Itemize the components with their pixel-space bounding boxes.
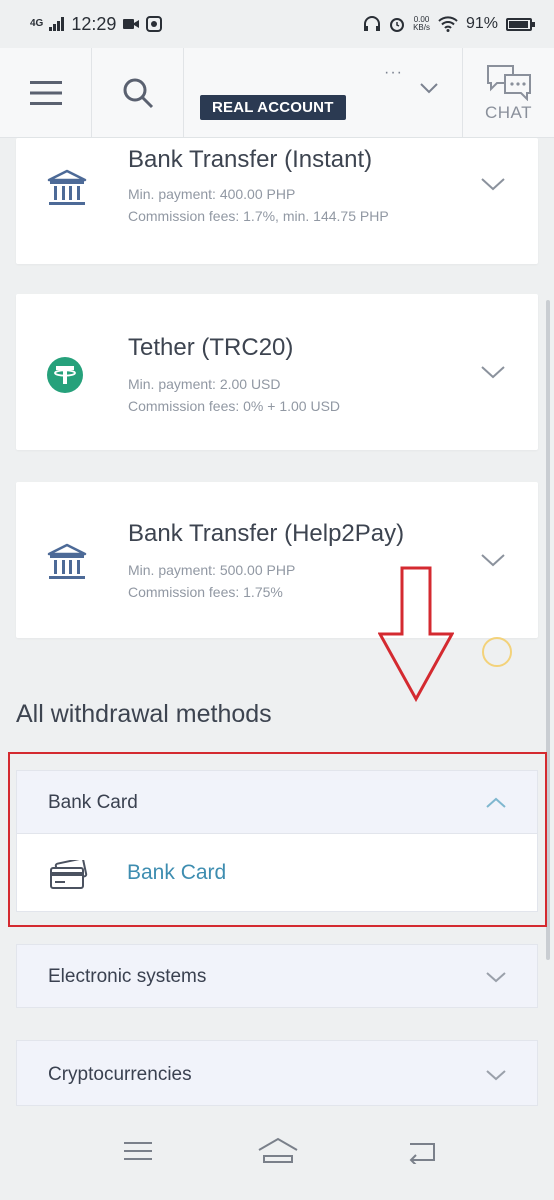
method-min-payment: Min. payment: 2.00 USD [128, 376, 281, 392]
method-card-bank-transfer-help2pay[interactable]: Bank Transfer (Help2Pay) Min. payment: 5… [16, 482, 538, 638]
method-card-tether-trc20[interactable]: Tether (TRC20) Min. payment: 2.00 USD Co… [16, 294, 538, 450]
alarm-icon [390, 18, 405, 32]
chevron-down-icon [420, 83, 438, 94]
touch-indicator [482, 637, 512, 667]
hamburger-icon [29, 80, 62, 105]
wifi-icon [438, 16, 458, 32]
accordion-electronic-systems[interactable]: Electronic systems [16, 944, 538, 1008]
accordion-cryptocurrencies[interactable]: Cryptocurrencies [16, 1040, 538, 1106]
chevron-down-icon[interactable] [480, 552, 506, 568]
bank-icon [47, 169, 87, 205]
chevron-down-icon [486, 1070, 506, 1081]
chevron-down-icon[interactable] [480, 176, 506, 192]
arrow-down-annotation [378, 566, 454, 702]
signal-icon [49, 17, 65, 31]
method-title: Bank Transfer (Instant) [128, 146, 373, 173]
headphones-icon [364, 16, 381, 31]
app-header: ··· REAL ACCOUNT CHAT [0, 48, 554, 138]
bank-icon [47, 543, 87, 579]
account-selector[interactable]: ··· REAL ACCOUNT [184, 48, 462, 137]
method-title: Tether (TRC20) [128, 334, 294, 361]
tether-icon [47, 357, 83, 393]
battery-percent: 91% [465, 15, 498, 32]
video-icon [123, 19, 140, 29]
back-icon[interactable] [406, 1140, 438, 1164]
accordion-label: Electronic systems [48, 966, 207, 987]
method-min-payment: Min. payment: 500.00 PHP [128, 562, 296, 578]
accordion-label: Cryptocurrencies [48, 1064, 192, 1085]
chat-button[interactable]: CHAT [462, 48, 554, 137]
method-min-payment: Min. payment: 400.00 PHP [128, 186, 296, 202]
status-bar: 4G 12:29 0.00 KB/s 91% [0, 0, 554, 48]
method-card-bank-transfer-instant[interactable]: Bank Transfer (Instant) Min. payment: 40… [16, 138, 538, 264]
network-type: 4G [30, 18, 44, 29]
chevron-down-icon [486, 972, 506, 983]
account-more: ··· [384, 64, 403, 81]
search-button[interactable] [92, 48, 184, 137]
net-speed: 0.00 KB/s [413, 15, 430, 32]
chevron-down-icon[interactable] [480, 364, 506, 380]
menu-button[interactable] [0, 48, 92, 137]
method-commission: Commission fees: 1.7%, min. 144.75 PHP [128, 208, 389, 224]
clock: 12:29 [71, 13, 117, 34]
chat-label: CHAT [484, 102, 532, 122]
method-title: Bank Transfer (Help2Pay) [128, 520, 405, 547]
method-commission: Commission fees: 0% + 1.00 USD [128, 398, 341, 414]
account-type-badge: REAL ACCOUNT [200, 95, 346, 120]
home-icon[interactable] [256, 1136, 300, 1166]
method-commission: Commission fees: 1.75% [128, 584, 283, 600]
system-nav-bar [0, 1112, 554, 1200]
section-title: All withdrawal methods [16, 700, 272, 728]
search-icon [123, 78, 153, 108]
recent-apps-icon[interactable] [122, 1140, 154, 1162]
battery-icon [506, 17, 535, 31]
screen-record-icon [146, 16, 163, 32]
chat-icon [486, 64, 531, 101]
highlight-box [8, 752, 547, 927]
